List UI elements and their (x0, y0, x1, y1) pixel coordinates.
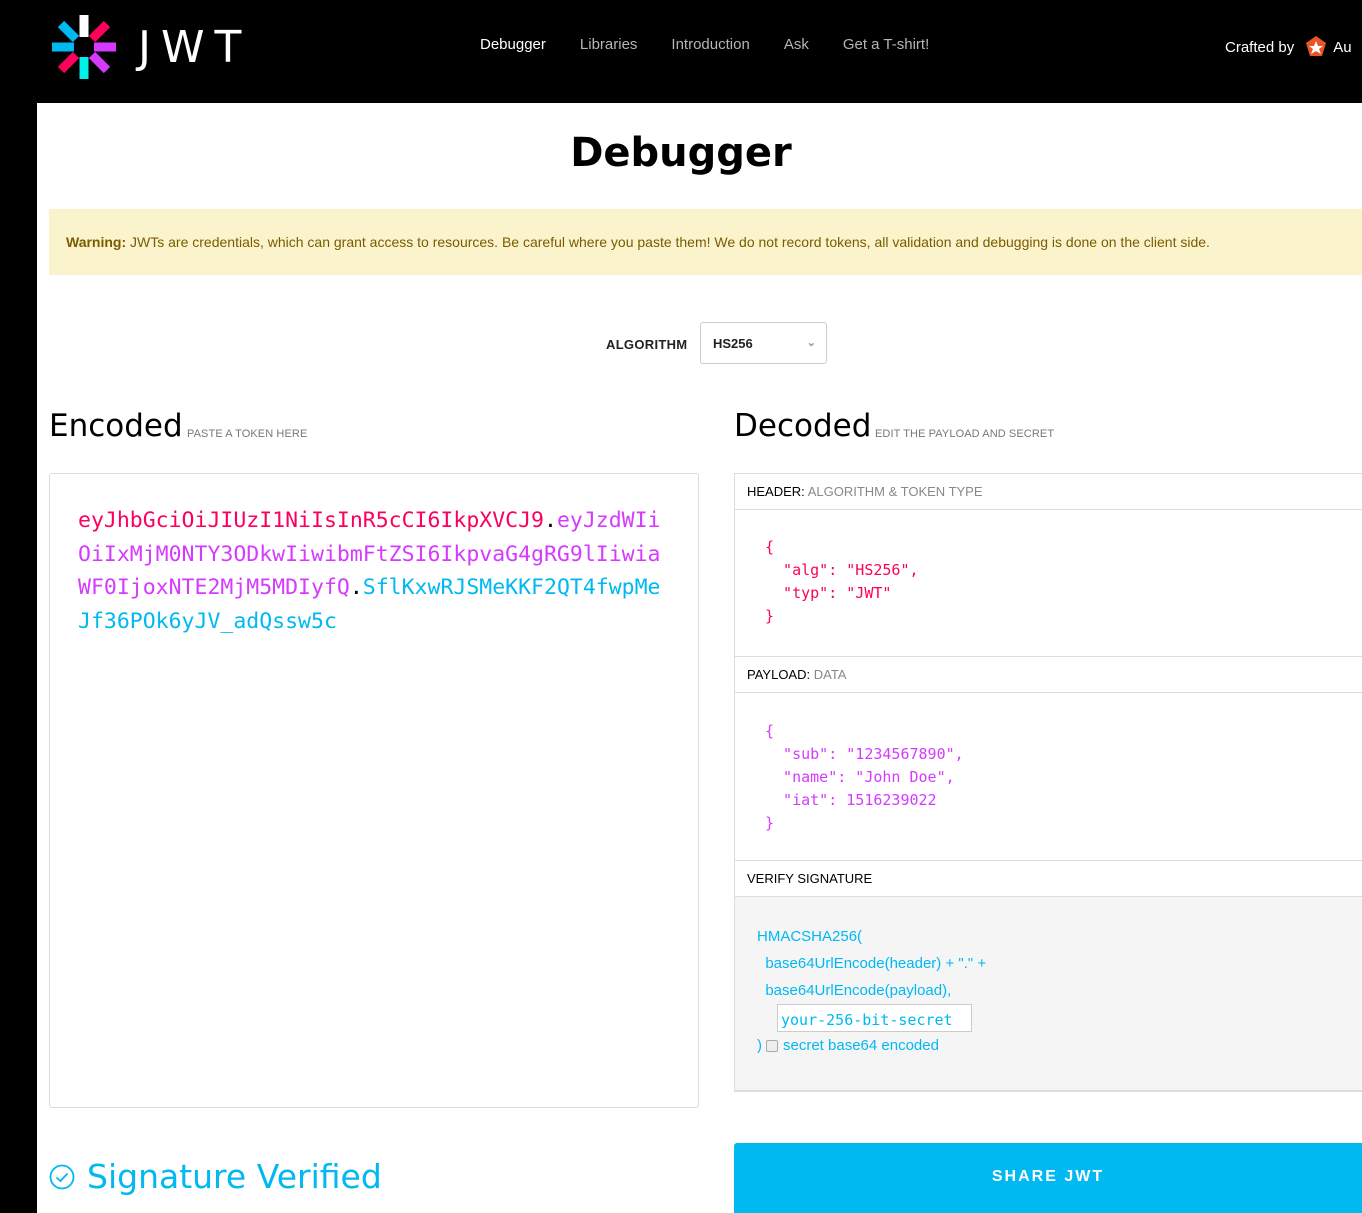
auth0-badge-icon (1306, 36, 1327, 56)
warning-banner: Warning: JWTs are credentials, which can… (49, 209, 1362, 275)
decoded-panel: HEADER: ALGORITHM & TOKEN TYPE { "alg": … (734, 473, 1362, 1092)
payload-label: PAYLOAD: (747, 667, 811, 682)
header-json-editor[interactable]: { "alg": "HS256", "typ": "JWT" } (735, 510, 1362, 657)
top-navbar: JWT Debugger Libraries Introduction Ask … (0, 0, 1362, 103)
jwt-logo-icon[interactable] (50, 13, 118, 81)
token-header-part: eyJhbGciOiJIUzI1NiIsInR5cCI6IkpXVCJ9 (78, 508, 544, 533)
verify-header-line: base64UrlEncode(header) + "." + (757, 955, 987, 972)
verify-payload-line: base64UrlEncode(payload), (757, 982, 952, 999)
token-dot: . (544, 508, 557, 533)
base64-checkbox[interactable] (766, 1040, 778, 1053)
signature-verified-text: Signature Verified (87, 1157, 382, 1196)
encoded-token-input[interactable]: eyJhbGciOiJIUzI1NiIsInR5cCI6IkpXVCJ9.eyJ… (49, 473, 699, 1108)
nav-ask[interactable]: Ask (784, 36, 809, 53)
decoded-title: Decoded (734, 408, 872, 444)
close-paren: ) (757, 1037, 762, 1055)
algorithm-select[interactable]: HS256 ⌄ (700, 322, 827, 364)
crafted-by-link[interactable]: Crafted by Au (1225, 35, 1352, 59)
secret-input[interactable]: your-256-bit-secret (777, 1004, 972, 1033)
logo-wordmark[interactable]: JWT (138, 22, 251, 73)
warning-text: JWTs are credentials, which can grant ac… (126, 234, 1210, 250)
payload-sublabel: DATA (813, 667, 847, 682)
main-nav: Debugger Libraries Introduction Ask Get … (480, 36, 963, 53)
header-section-title: HEADER: ALGORITHM & TOKEN TYPE (735, 474, 1362, 510)
payload-json-editor[interactable]: { "sub": "1234567890", "name": "John Doe… (735, 693, 1362, 861)
encoded-subtitle: PASTE A TOKEN HERE (187, 428, 308, 440)
payload-section-title: PAYLOAD: DATA (735, 657, 1362, 693)
signature-status: Signature Verified (49, 1157, 382, 1196)
nav-libraries[interactable]: Libraries (580, 36, 638, 53)
header-sublabel: ALGORITHM & TOKEN TYPE (807, 484, 983, 499)
brand-name-partial: Au (1333, 38, 1352, 56)
nav-tshirt[interactable]: Get a T-shirt! (843, 36, 929, 53)
warning-strong: Warning: (66, 234, 127, 250)
verify-label: VERIFY SIGNATURE (747, 871, 873, 886)
header-label: HEADER: (747, 484, 805, 499)
verify-section-title: VERIFY SIGNATURE (735, 861, 1362, 897)
decoded-subtitle: EDIT THE PAYLOAD AND SECRET (875, 428, 1055, 440)
chevron-down-icon: ⌄ (806, 337, 816, 349)
share-jwt-button[interactable]: SHARE JWT (734, 1143, 1362, 1213)
nav-introduction[interactable]: Introduction (671, 36, 749, 53)
algorithm-value: HS256 (713, 336, 753, 351)
base64-label: secret base64 encoded (783, 1037, 939, 1055)
page-title: Debugger (570, 130, 792, 176)
token-dot: . (349, 575, 363, 600)
nav-debugger[interactable]: Debugger (480, 36, 546, 53)
verify-signature-body: HMACSHA256( base64UrlEncode(header) + ".… (735, 897, 1362, 1091)
algorithm-label: ALGORITHM (606, 337, 688, 352)
check-circle-icon (49, 1164, 75, 1189)
verify-fn-line: HMACSHA256( (757, 928, 863, 945)
encoded-title: Encoded (49, 408, 183, 444)
crafted-by-label: Crafted by (1225, 38, 1295, 56)
